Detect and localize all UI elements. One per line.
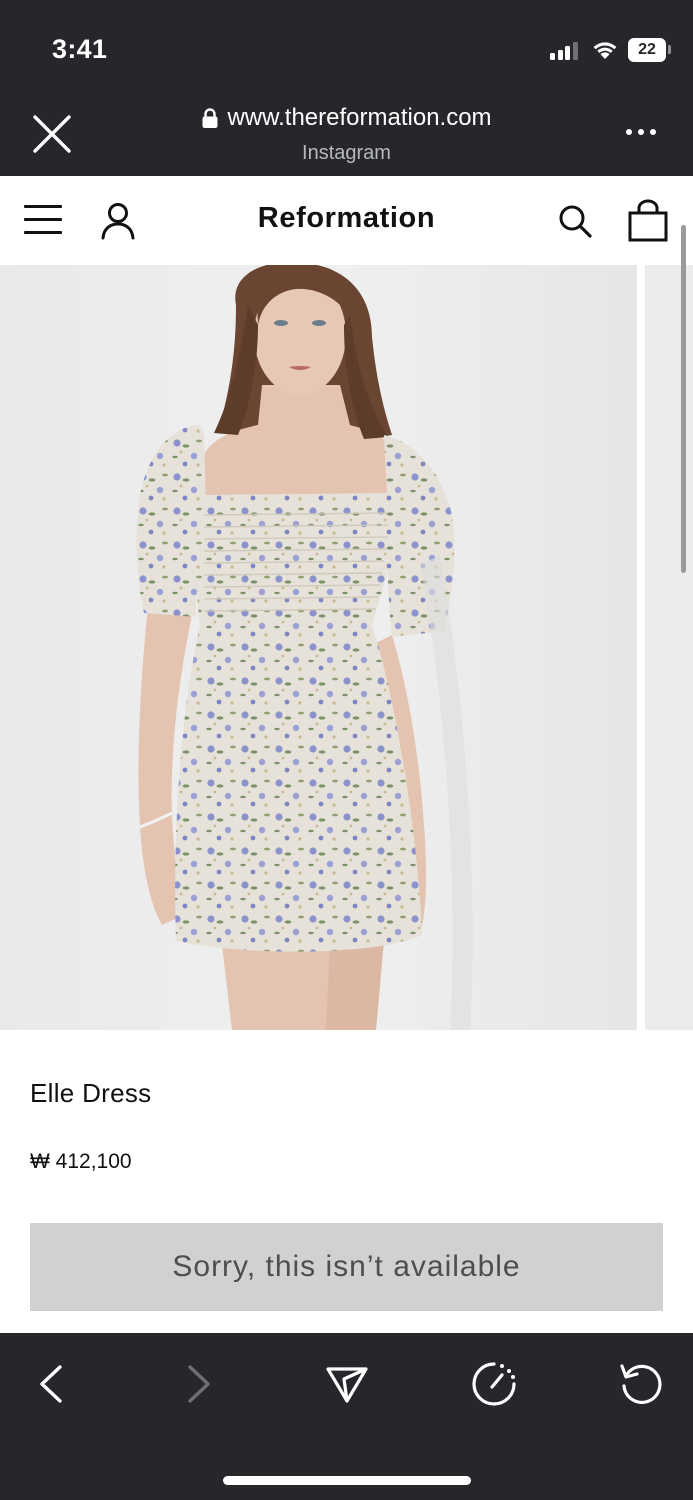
wifi-icon [593,42,617,59]
search-icon[interactable] [556,202,594,240]
share-icon[interactable] [322,1359,372,1409]
site-nav: Reformation [0,176,693,265]
speed-icon[interactable] [469,1359,519,1409]
status-bar: 3:41 22 [0,0,693,96]
shopping-bag-icon[interactable] [626,198,670,242]
url-bar[interactable]: www.thereformation.com Instagram [0,104,693,165]
url-source: Instagram [302,142,391,164]
battery-icon: 22 [628,38,666,62]
browser-header: www.thereformation.com Instagram [0,96,693,176]
unavailable-button[interactable]: Sorry, this isn’t available [30,1223,663,1311]
status-time: 3:41 [52,34,108,64]
product-image [0,265,637,1030]
scrollbar[interactable] [681,225,686,573]
browser-toolbar [0,1333,693,1500]
product-photo[interactable] [0,265,637,1030]
product-gallery[interactable] [0,265,693,1030]
home-indicator[interactable] [223,1476,471,1485]
cellular-signal-icon [550,40,578,60]
reload-icon[interactable] [616,1359,666,1409]
product-name: Elle Dress [30,1078,152,1108]
battery-nub [668,45,671,54]
more-icon[interactable] [622,124,660,140]
product-price: ₩ 412,100 [30,1150,132,1173]
lock-icon [202,108,218,128]
back-icon[interactable] [26,1359,76,1409]
url-text: www.thereformation.com [227,104,492,131]
forward-icon[interactable] [174,1359,224,1409]
